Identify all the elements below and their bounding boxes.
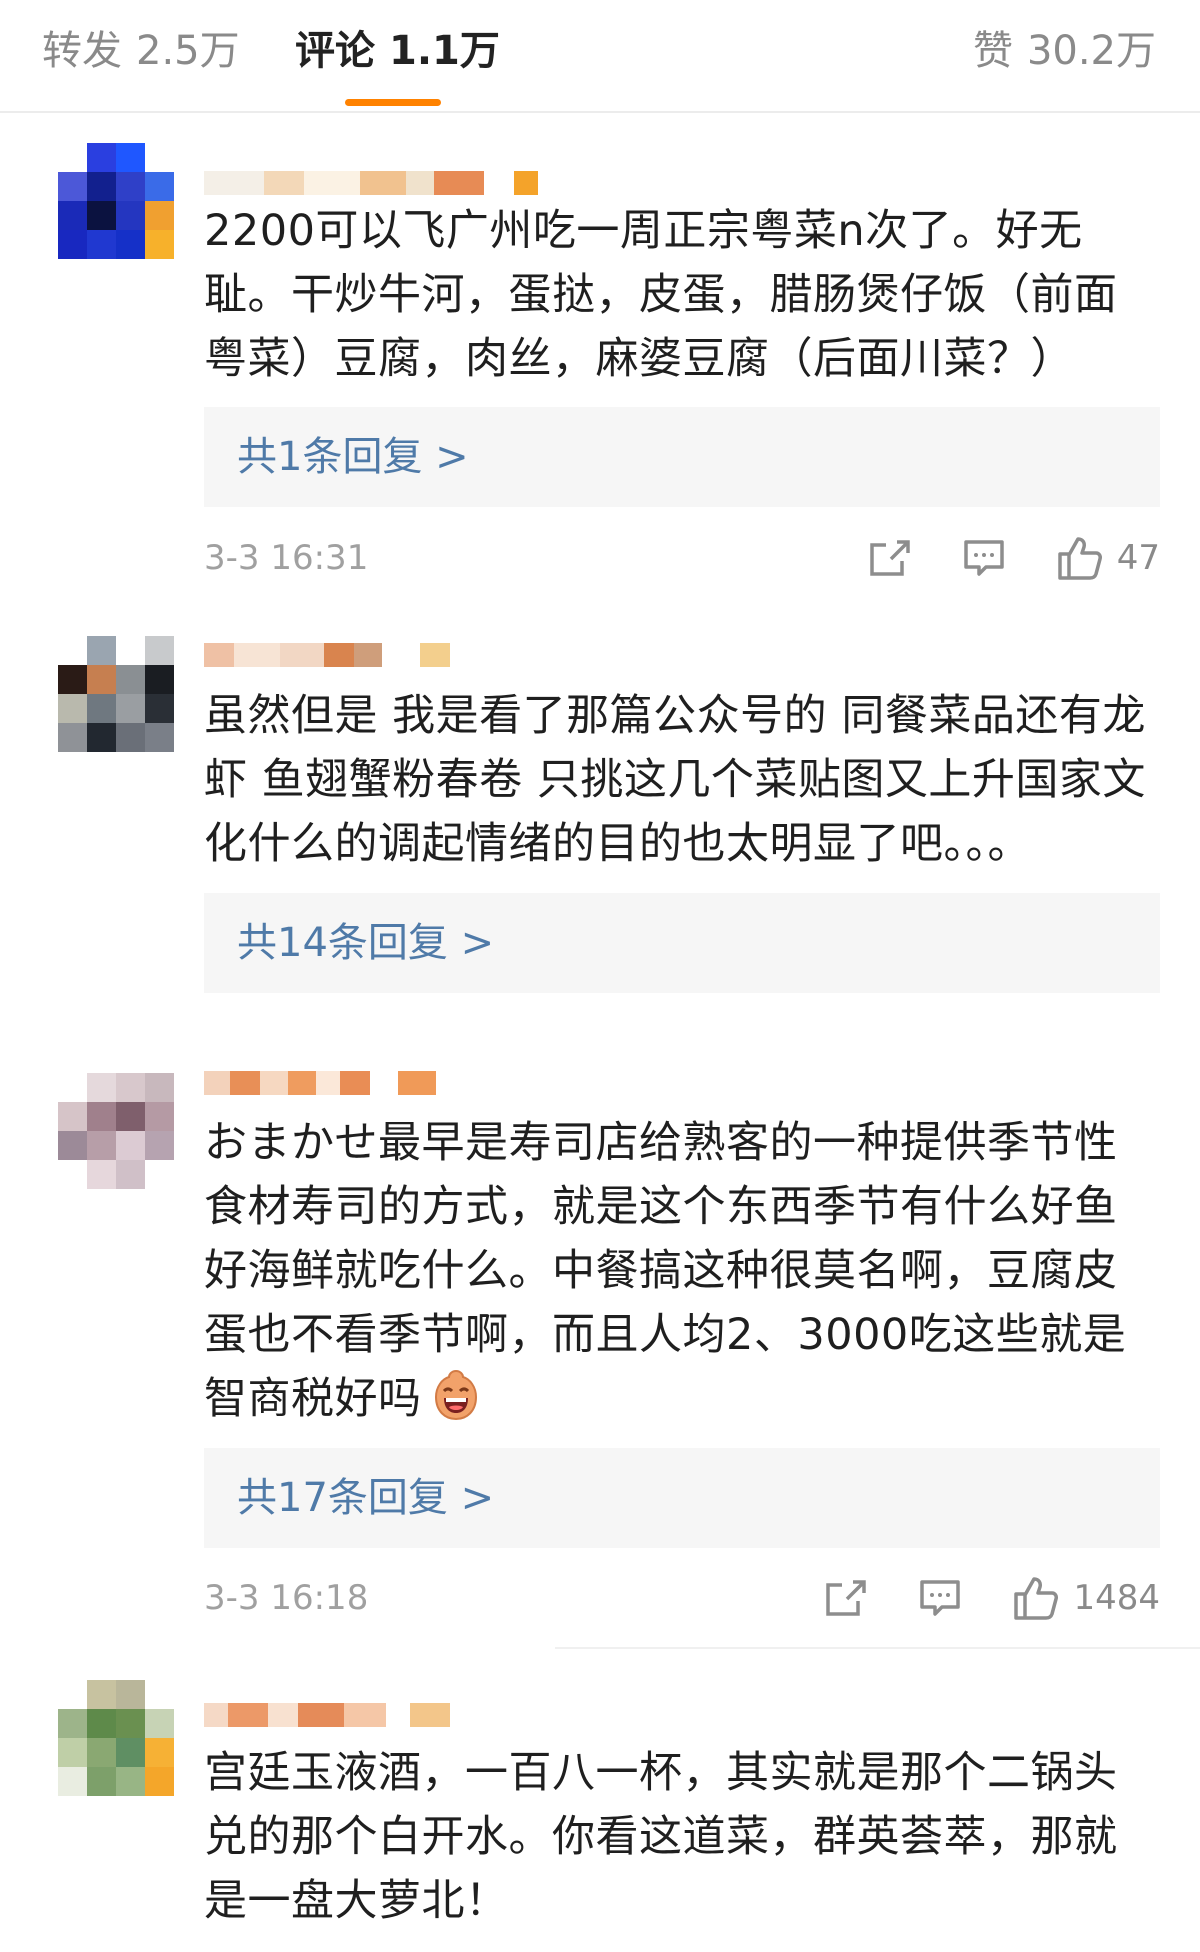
view-replies-link[interactable]: 共1条回复 > (204, 407, 1160, 507)
comment-time: 3-3 16:31 (204, 538, 369, 578)
comment-text: 2200可以飞广州吃一周正宗粤菜n次了。好无 耻。干炒牛河，蛋挞，皮蛋，腊肠煲仔… (204, 206, 1118, 384)
comment-text: 宫廷玉液酒，一百八一杯，其实就是那个二锅头 兑的那个白开水。你看这道菜，群英荟萃… (204, 1748, 1118, 1926)
tab-likes-label: 赞 (972, 28, 1013, 74)
tab-reposts-label: 转发 (42, 28, 122, 74)
username-redacted[interactable] (204, 168, 538, 198)
tab-comments-count: 1.1万 (389, 28, 500, 74)
avatar[interactable] (58, 1680, 174, 1796)
comment-meta: 3-3 16:18 1484 (204, 1573, 1160, 1623)
like-button[interactable]: 47 (1057, 535, 1160, 581)
comment-icon (963, 540, 1004, 576)
tab-bar: 转发 2.5万 评论 1.1万 赞 30.2万 (0, 0, 1200, 113)
share-button[interactable] (869, 539, 911, 577)
tab-likes-count: 30.2万 (1026, 28, 1156, 74)
avatar[interactable] (58, 636, 174, 752)
like-count: 47 (1116, 538, 1160, 578)
comment-meta: 3-3 16:31 47 (204, 533, 1160, 583)
view-replies-link[interactable]: 共14条回复 > (204, 893, 1160, 993)
divider (555, 1647, 1200, 1649)
like-button[interactable]: 1484 (1013, 1575, 1160, 1621)
share-icon (826, 1580, 867, 1616)
avatar[interactable] (58, 1073, 174, 1189)
tab-reposts[interactable]: 转发 2.5万 (42, 26, 240, 76)
tab-reposts-count: 2.5万 (136, 28, 240, 74)
share-icon (869, 540, 910, 576)
tab-likes[interactable]: 赞 30.2万 (973, 26, 1156, 76)
share-button[interactable] (825, 1579, 867, 1617)
active-tab-indicator (345, 99, 441, 106)
reply-button[interactable] (919, 1579, 961, 1617)
reply-button[interactable] (963, 539, 1005, 577)
comment-time: 3-3 16:18 (204, 1578, 369, 1618)
avatar[interactable] (58, 143, 174, 259)
comment-text-body: おまかせ最早是寿司店给熟客的一种提供季节性 食材寿司的方式，就是这个东西季节有什… (204, 1118, 1127, 1424)
comment-actions: 1484 (825, 1573, 1160, 1623)
thumbs-up-icon (1014, 1577, 1059, 1620)
username-redacted[interactable] (204, 1700, 450, 1730)
like-count: 1484 (1073, 1578, 1160, 1618)
tab-comments[interactable]: 评论 1.1万 (295, 26, 500, 76)
laughing-emoji-icon (434, 1369, 477, 1421)
username-redacted[interactable] (204, 1068, 436, 1098)
comment-text: 虽然但是 我是看了那篇公众号的 同餐菜品还有龙 虾 鱼翅蟹粉春卷 只挑这几个菜贴… (204, 691, 1146, 869)
view-replies-link[interactable]: 共17条回复 > (204, 1448, 1160, 1548)
tab-comments-label: 评论 (295, 28, 375, 74)
thumbs-up-icon (1057, 537, 1102, 580)
comment-text: おまかせ最早是寿司店给熟客的一种提供季节性 食材寿司的方式，就是这个东西季节有什… (204, 1111, 1164, 1431)
username-redacted[interactable] (204, 640, 450, 670)
comment-actions: 47 (869, 533, 1160, 583)
comment-icon (920, 1580, 961, 1616)
